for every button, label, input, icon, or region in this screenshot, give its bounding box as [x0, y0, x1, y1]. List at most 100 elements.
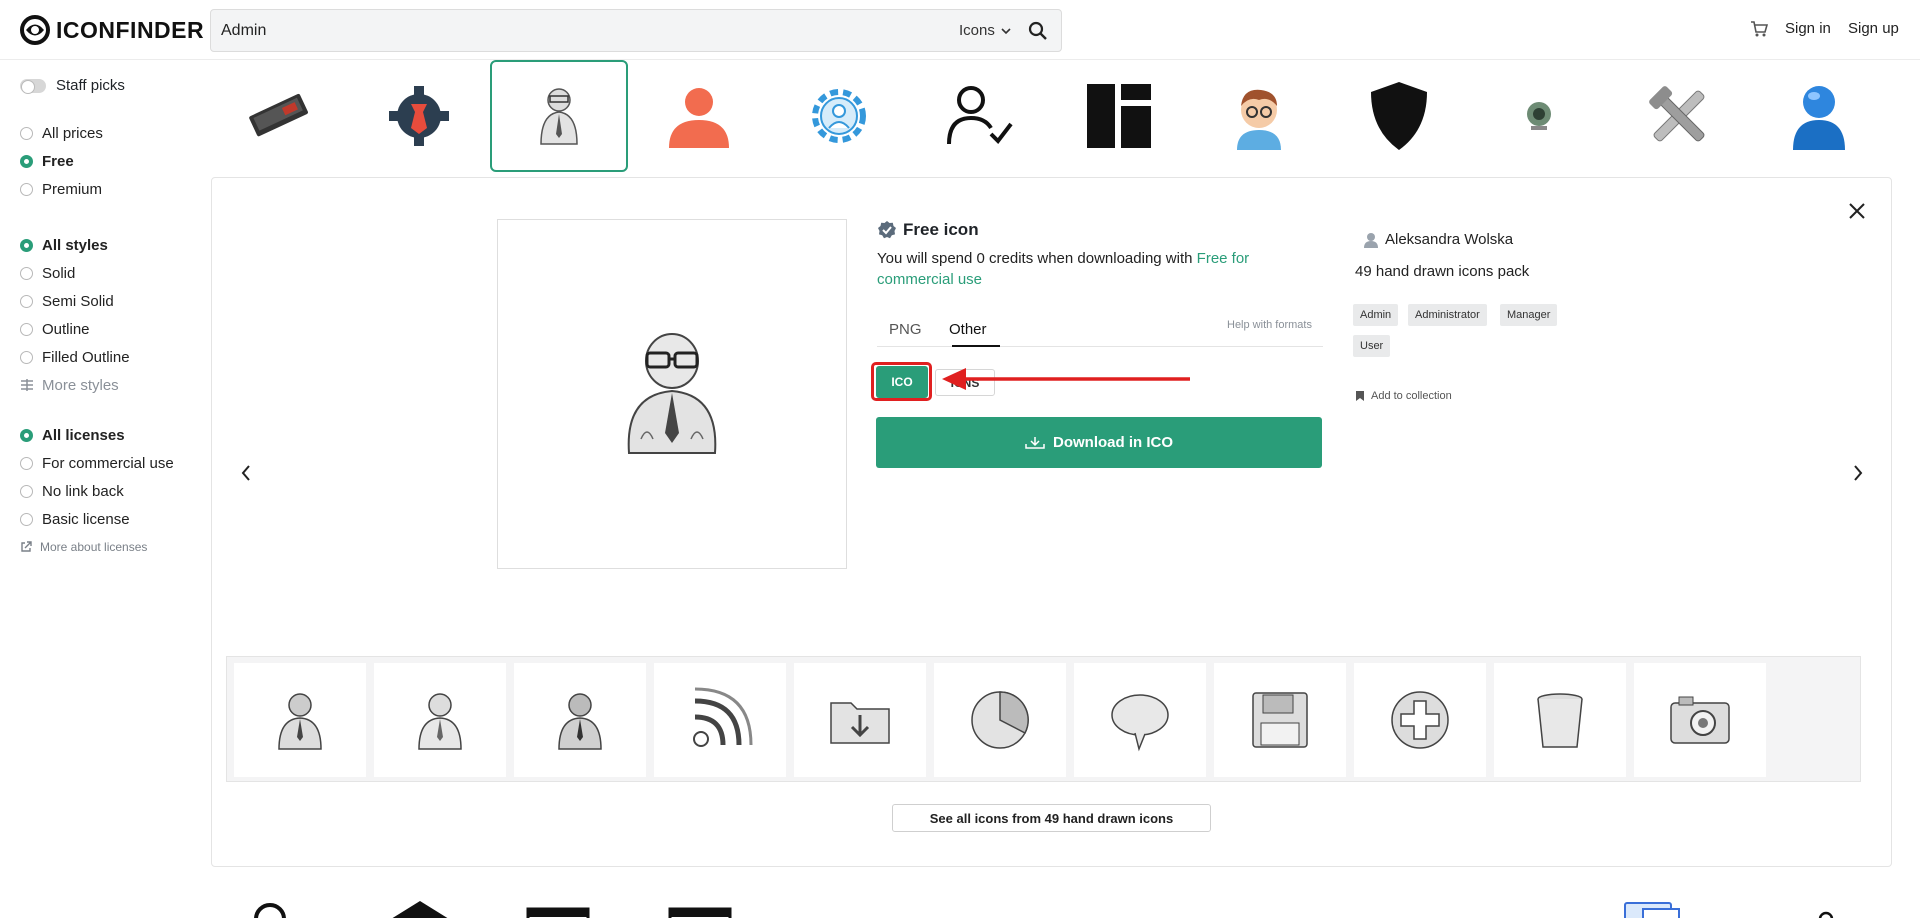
gear-wrench-icon[interactable] [350, 60, 488, 172]
download-button[interactable]: Download in ICO [876, 417, 1322, 468]
thumbnail-folder-download-icon[interactable] [794, 663, 926, 777]
thumbnail-camera-icon[interactable] [1634, 663, 1766, 777]
webcam-icon[interactable] [1470, 60, 1608, 172]
free-icon-title: Free icon [877, 220, 979, 240]
ssd-drive-icon[interactable] [210, 60, 348, 172]
tools-icon[interactable] [1610, 60, 1748, 172]
tab-other[interactable]: Other [949, 321, 987, 338]
sketch-admin-icon[interactable] [490, 60, 628, 172]
credits-description: You will spend 0 credits when downloadin… [877, 250, 1197, 267]
option-label: Outline [42, 320, 90, 338]
radio-button[interactable] [20, 484, 33, 498]
shield-icon[interactable] [1330, 60, 1468, 172]
chevron-right-icon[interactable] [1850, 462, 1866, 484]
thumbnail-floppy-disk-icon[interactable] [1214, 663, 1346, 777]
radio-button[interactable] [20, 154, 33, 168]
style-option-filled-outline[interactable]: Filled Outline [20, 343, 130, 371]
search-button[interactable] [1023, 16, 1053, 46]
user-check-icon[interactable] [910, 60, 1048, 172]
blue-user-icon[interactable] [1750, 60, 1888, 172]
tag[interactable]: Manager [1500, 304, 1558, 326]
user-icon [1364, 232, 1378, 248]
radio-button[interactable] [20, 350, 33, 364]
tab-png[interactable]: PNG [889, 321, 922, 338]
price-option-all[interactable]: All prices [20, 119, 103, 147]
thumbnail-rss-icon[interactable] [654, 663, 786, 777]
computer-screen-icon[interactable] [1610, 895, 1690, 918]
radio-button[interactable] [20, 512, 33, 526]
radio-button[interactable] [20, 322, 33, 336]
person-outline-icon[interactable] [1786, 895, 1866, 918]
option-label: Premium [42, 180, 103, 198]
option-label: For commercial use [42, 454, 174, 472]
sign-in-link[interactable]: Sign in [1785, 20, 1831, 37]
thumbnail-pie-chart-icon[interactable] [934, 663, 1066, 777]
style-option-outline[interactable]: Outline [20, 315, 130, 343]
gear-person-icon[interactable] [770, 60, 908, 172]
license-option-commercial[interactable]: For commercial use [20, 449, 174, 477]
icon-pack-link[interactable]: 49 hand drawn icons pack [1355, 263, 1529, 280]
browser-window-icon[interactable] [518, 895, 598, 918]
license-option-no-link-back[interactable]: No link back [20, 477, 174, 505]
sign-up-link[interactable]: Sign up [1848, 20, 1899, 37]
download-label: Download in ICO [1053, 434, 1173, 451]
price-filter: All prices Free Premium [20, 119, 103, 203]
chevron-left-icon[interactable] [238, 462, 254, 484]
staff-picks-label: Staff picks [56, 77, 125, 94]
see-all-icons-button[interactable]: See all icons from 49 hand drawn icons [892, 804, 1211, 832]
house-icon[interactable] [380, 895, 460, 918]
radio-button[interactable] [20, 238, 33, 252]
option-label: All licenses [42, 426, 125, 444]
thumbnail-user-icon[interactable] [374, 663, 506, 777]
option-label: Basic license [42, 510, 130, 528]
radio-button[interactable] [20, 266, 33, 280]
iconfinder-logo[interactable]: ICONFINDER [20, 14, 204, 46]
search-type-label: Icons [959, 22, 995, 39]
search-input[interactable] [211, 10, 911, 51]
tag[interactable]: Administrator [1408, 304, 1487, 326]
iconfinder-logo-icon [20, 15, 50, 45]
search-type-select[interactable]: Icons [959, 10, 1011, 51]
option-label: No link back [42, 482, 124, 500]
download-icon [1025, 436, 1045, 449]
license-option-all[interactable]: All licenses [20, 421, 174, 449]
author[interactable]: Aleksandra Wolska [1363, 231, 1513, 248]
style-option-semi-solid[interactable]: Semi Solid [20, 287, 130, 315]
nerd-avatar-icon[interactable] [1190, 60, 1328, 172]
magnifier-icon[interactable] [230, 895, 310, 918]
thumbnail-speech-bubble-icon[interactable] [1074, 663, 1206, 777]
external-link-icon [21, 541, 32, 552]
more-about-licenses-link[interactable]: More about licenses [20, 533, 174, 561]
thumbnail-user-icon[interactable] [514, 663, 646, 777]
price-option-premium[interactable]: Premium [20, 175, 103, 203]
radio-button[interactable] [20, 294, 33, 308]
bookmark-icon [1356, 391, 1364, 401]
cart-icon[interactable] [1750, 20, 1768, 38]
radio-button[interactable] [20, 126, 33, 140]
credits-text: You will spend 0 credits when downloadin… [877, 248, 1327, 290]
toggle-switch[interactable] [20, 78, 46, 94]
thumbnail-plus-circle-icon[interactable] [1354, 663, 1486, 777]
help-formats-link[interactable]: Help with formats [1227, 319, 1312, 331]
more-styles-link[interactable]: More styles [20, 371, 130, 399]
staff-picks-toggle[interactable]: Staff picks [20, 77, 125, 94]
style-option-solid[interactable]: Solid [20, 259, 130, 287]
dashboard-layout-icon[interactable] [1050, 60, 1188, 172]
add-collection-label: Add to collection [1371, 390, 1452, 402]
license-option-basic[interactable]: Basic license [20, 505, 174, 533]
style-option-all[interactable]: All styles [20, 231, 130, 259]
add-to-collection-link[interactable]: Add to collection [1355, 390, 1452, 402]
radio-button[interactable] [20, 456, 33, 470]
close-icon[interactable] [1846, 200, 1868, 222]
tag[interactable]: Admin [1353, 304, 1399, 326]
radio-button[interactable] [20, 428, 33, 442]
thumbnail-trash-bin-icon[interactable] [1494, 663, 1626, 777]
person-silhouette-icon[interactable] [630, 60, 768, 172]
radio-button[interactable] [20, 182, 33, 196]
tag[interactable]: User [1353, 335, 1391, 357]
browser-window-icon[interactable] [660, 895, 740, 918]
thumbnail-user-icon[interactable] [234, 663, 366, 777]
search-icon [1028, 21, 1047, 40]
sketch-admin-preview-icon [627, 333, 717, 454]
price-option-free[interactable]: Free [20, 147, 103, 175]
